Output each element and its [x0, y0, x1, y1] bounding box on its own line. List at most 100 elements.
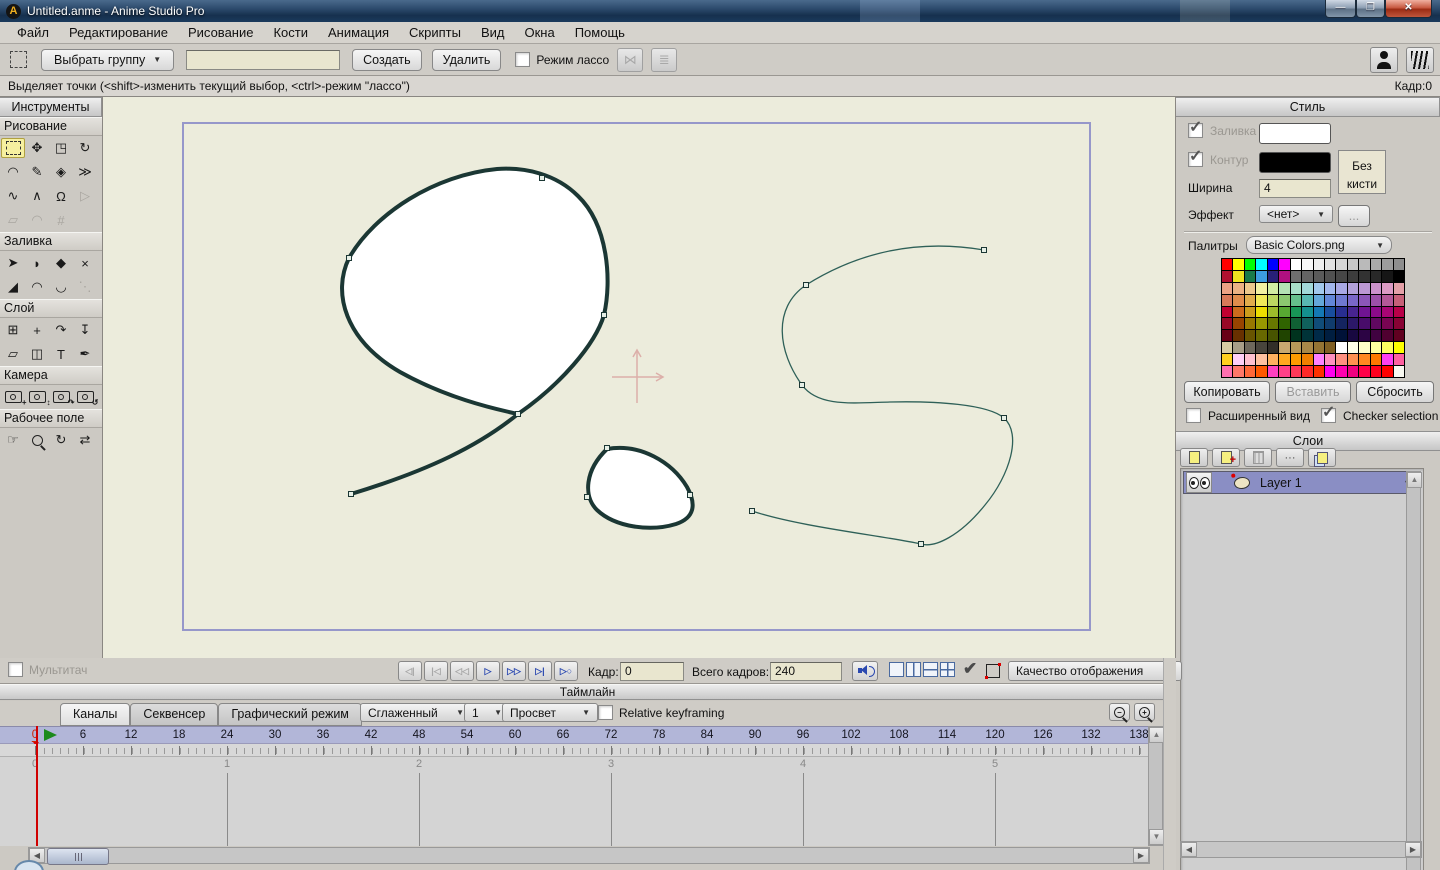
zoom-camera-icon[interactable]: ↕ — [25, 387, 49, 407]
palette-swatch-r6c8[interactable] — [1314, 330, 1324, 341]
timeline-track[interactable]: 012345 — [0, 757, 1148, 846]
layer-options-button[interactable]: ··· — [1276, 448, 1304, 467]
layers-vertical-scrollbar[interactable]: ▲ ▼ — [1406, 471, 1421, 870]
palette-swatch-r9c5[interactable] — [1279, 366, 1289, 377]
palette-swatch-r9c1[interactable] — [1233, 366, 1243, 377]
layer-row[interactable]: Layer 1 ▼ — [1183, 471, 1419, 494]
palette-swatch-r6c2[interactable] — [1245, 330, 1255, 341]
palette-swatch-r8c1[interactable] — [1233, 354, 1243, 365]
palette-swatch-r3c12[interactable] — [1359, 295, 1369, 306]
palette-swatch-r4c11[interactable] — [1348, 307, 1358, 318]
reset-style-button[interactable]: Сбросить — [1356, 381, 1434, 403]
rotate-points-icon[interactable]: ↻ — [73, 138, 97, 158]
palette-swatch-r9c11[interactable] — [1348, 366, 1358, 377]
multitouch-checkbox[interactable] — [8, 662, 23, 677]
scroll-right-arrow[interactable]: ▶ — [1133, 848, 1149, 863]
magnet-icon[interactable]: Ω — [49, 186, 73, 206]
scale-points-icon[interactable]: ◳ — [49, 138, 73, 158]
palette-swatch-r3c6[interactable] — [1291, 295, 1301, 306]
menu-вид[interactable]: Вид — [472, 23, 514, 42]
palette-swatch-r3c3[interactable] — [1256, 295, 1266, 306]
palette-swatch-r9c14[interactable] — [1382, 366, 1392, 377]
palette-swatch-r8c15[interactable] — [1394, 354, 1404, 365]
palette-swatch-r2c7[interactable] — [1302, 283, 1312, 294]
palette-swatch-r2c8[interactable] — [1314, 283, 1324, 294]
palette-swatch-r2c2[interactable] — [1245, 283, 1255, 294]
translate-points-icon[interactable]: ✥ — [25, 138, 49, 158]
group-name-input[interactable] — [186, 50, 340, 70]
palette-swatch-r9c7[interactable] — [1302, 366, 1312, 377]
palette-swatch-r4c10[interactable] — [1336, 307, 1346, 318]
scroll-down-arrow[interactable]: ▼ — [1149, 829, 1164, 845]
minimize-button[interactable]: — — [1325, 0, 1356, 18]
palette-swatch-r0c13[interactable] — [1371, 259, 1381, 270]
palette-swatch-r1c10[interactable] — [1336, 271, 1346, 282]
palette-swatch-r4c3[interactable] — [1256, 307, 1266, 318]
advanced-view-checkbox[interactable] — [1186, 408, 1201, 423]
no-brush-button[interactable]: Без кисти — [1338, 150, 1386, 194]
layer-download-icon[interactable]: ↧ — [73, 320, 97, 340]
palette-swatch-r6c10[interactable] — [1336, 330, 1346, 341]
library-button[interactable] — [1406, 47, 1434, 73]
scroll-up-arrow[interactable]: ▲ — [1407, 472, 1422, 488]
palette-swatch-r4c13[interactable] — [1371, 307, 1381, 318]
timeline-zoom-in-button[interactable]: + — [1134, 703, 1155, 721]
palette-swatch-r4c15[interactable] — [1394, 307, 1404, 318]
palette-swatch-r0c6[interactable] — [1291, 259, 1301, 270]
palette-swatch-r0c9[interactable] — [1325, 259, 1335, 270]
palette-swatch-r2c9[interactable] — [1325, 283, 1335, 294]
delete-layer-button[interactable] — [1244, 448, 1272, 467]
palette-swatch-r2c11[interactable] — [1348, 283, 1358, 294]
palette-swatch-r7c10[interactable] — [1336, 342, 1346, 353]
palette-swatch-r6c3[interactable] — [1256, 330, 1266, 341]
palette-swatch-r3c8[interactable] — [1314, 295, 1324, 306]
palette-swatch-r2c14[interactable] — [1382, 283, 1392, 294]
palette-swatch-r5c3[interactable] — [1256, 318, 1266, 329]
menu-помощь[interactable]: Помощь — [566, 23, 634, 42]
fast-forward-button[interactable]: ▷▷ — [502, 661, 526, 681]
palette-swatch-r8c0[interactable] — [1222, 354, 1232, 365]
palette-swatch-r4c12[interactable] — [1359, 307, 1369, 318]
palette-swatch-r7c0[interactable] — [1222, 342, 1232, 353]
frame-input[interactable]: 0 — [620, 662, 684, 681]
palette-swatch-r6c11[interactable] — [1348, 330, 1358, 341]
palette-swatch-r1c7[interactable] — [1302, 271, 1312, 282]
effect-dropdown[interactable]: <нет>▼ — [1259, 205, 1333, 223]
palette-swatch-r3c11[interactable] — [1348, 295, 1358, 306]
eyedropper-icon[interactable]: ✒ — [73, 344, 97, 364]
close-button[interactable]: ✕ — [1385, 0, 1432, 18]
palette-swatch-r5c2[interactable] — [1245, 318, 1255, 329]
palette-swatch-r1c11[interactable] — [1348, 271, 1358, 282]
palette-swatch-r7c15[interactable] — [1394, 342, 1404, 353]
palette-swatch-r1c3[interactable] — [1256, 271, 1266, 282]
outline-color-swatch[interactable] — [1259, 152, 1331, 173]
palette-swatch-r0c7[interactable] — [1302, 259, 1312, 270]
rotate-layer-icon[interactable]: ↷ — [49, 320, 73, 340]
palette-swatch-r0c14[interactable] — [1382, 259, 1392, 270]
palette-swatch-r5c1[interactable] — [1233, 318, 1243, 329]
select-group-dropdown[interactable]: Выбрать группу▼ — [41, 49, 174, 71]
split-vertical-view-button[interactable] — [906, 662, 921, 677]
timeline-zoom-out-button[interactable]: – — [1109, 703, 1130, 721]
tab-графический-режим[interactable]: Графический режим — [218, 703, 362, 726]
palette-swatch-r7c8[interactable] — [1314, 342, 1324, 353]
drawing-canvas[interactable] — [103, 97, 1175, 658]
palette-swatch-r0c4[interactable] — [1268, 259, 1278, 270]
palette-swatch-r0c3[interactable] — [1256, 259, 1266, 270]
palette-swatch-r6c6[interactable] — [1291, 330, 1301, 341]
palette-swatch-r2c1[interactable] — [1233, 283, 1243, 294]
menu-рисование[interactable]: Рисование — [179, 23, 262, 42]
palette-swatch-r5c9[interactable] — [1325, 318, 1335, 329]
width-input[interactable]: 4 — [1259, 179, 1331, 198]
palette-swatch-r5c12[interactable] — [1359, 318, 1369, 329]
lasso-mode-checkbox[interactable] — [515, 52, 530, 67]
palette-swatch-r0c12[interactable] — [1359, 259, 1369, 270]
palette-swatch-r2c4[interactable] — [1268, 283, 1278, 294]
palette-swatch-r6c12[interactable] — [1359, 330, 1369, 341]
duplicate-layer-button[interactable] — [1308, 448, 1336, 467]
palette-swatch-r3c10[interactable] — [1336, 295, 1346, 306]
palette-swatch-r5c5[interactable] — [1279, 318, 1289, 329]
palette-swatch-r9c2[interactable] — [1245, 366, 1255, 377]
palette-swatch-r2c13[interactable] — [1371, 283, 1381, 294]
peak-icon[interactable]: ∧ — [25, 186, 49, 206]
